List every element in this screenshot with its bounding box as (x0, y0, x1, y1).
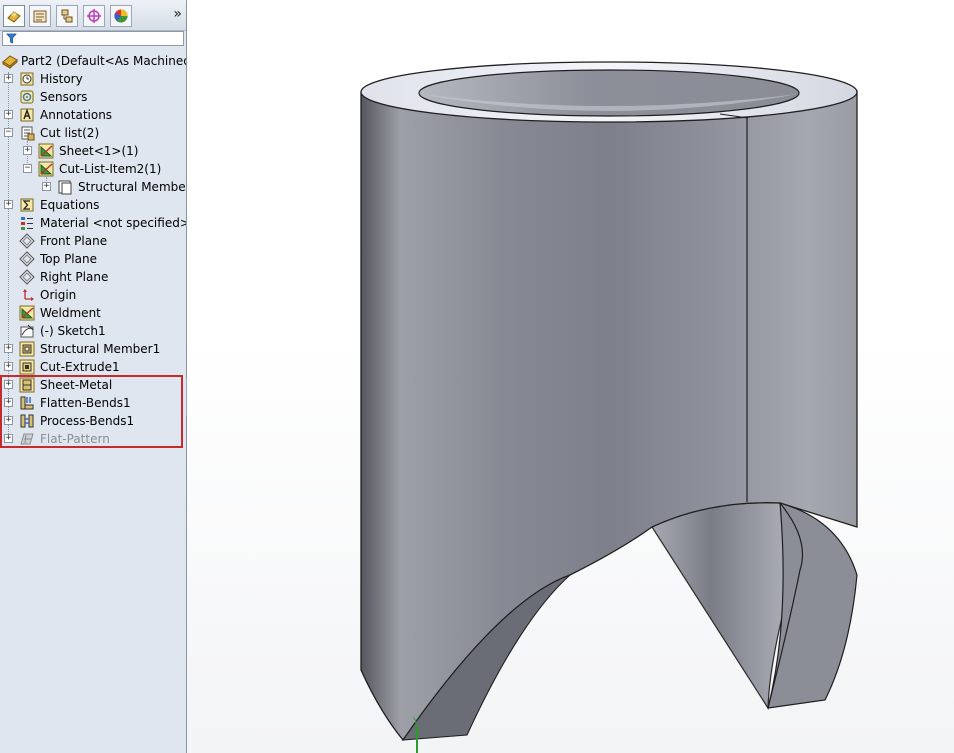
part-root-node[interactable]: Part2 (Default<As Machined>< (0, 52, 186, 70)
expand-toggle[interactable]: + (4, 344, 13, 353)
sketch-icon (20, 324, 34, 338)
history-icon (20, 72, 34, 86)
expand-toggle[interactable]: + (4, 110, 13, 119)
tree-item-label: Sensors (40, 90, 88, 104)
filter-icon (6, 33, 17, 44)
sensors-icon (20, 90, 34, 104)
expand-toggle[interactable]: + (4, 74, 13, 83)
highlight-box (0, 375, 183, 448)
expand-toggle[interactable]: + (4, 362, 13, 371)
part-icon (2, 55, 18, 69)
collapse-toggle[interactable]: − (4, 128, 13, 137)
tree-item-label: Structural Member1 (40, 342, 161, 356)
cut-extrude-icon (19, 359, 35, 375)
origin-icon (23, 289, 34, 301)
structural-member-icon (19, 341, 35, 357)
weldment-icon (19, 305, 35, 321)
featuremanager-panel: » Part2 (Default<As Machined>< + History (0, 0, 187, 753)
tree-item-label: Cut-Extrude1 (40, 360, 120, 374)
tree-item-label: Material <not specified> (40, 216, 187, 230)
material-icon (21, 217, 33, 230)
dimxpertmanager-tab-icon (87, 9, 101, 23)
configurationmanager-tab[interactable] (56, 5, 78, 27)
tree-item-label: Cut-List-Item2(1) (59, 162, 162, 176)
plane-icon (19, 251, 35, 267)
tree-item-label: Origin (40, 288, 77, 302)
propertymanager-tab-icon (33, 10, 47, 23)
propertymanager-tab[interactable] (29, 5, 51, 27)
featuremanager-tab[interactable] (3, 5, 25, 27)
part-root-label: Part2 (Default<As Machined>< (21, 54, 186, 68)
plane-icon (19, 233, 35, 249)
tree-item-label: History (40, 72, 83, 86)
tree-item-label: Equations (40, 198, 100, 212)
tree-item-label: Top Plane (40, 252, 97, 266)
dimxpertmanager-tab[interactable] (83, 5, 105, 27)
displaymanager-tab[interactable] (110, 5, 132, 27)
cut-list-icon (21, 126, 35, 141)
weldment-body-icon (38, 161, 54, 177)
tree-item-label: (-) Sketch1 (40, 324, 106, 338)
reference-triad: Y (412, 717, 420, 753)
tree-filter-input[interactable] (2, 31, 184, 46)
expand-toggle[interactable]: + (42, 182, 51, 191)
y-axis-label: Y (412, 717, 419, 727)
equations-icon (20, 198, 34, 212)
collapse-toggle[interactable]: − (23, 164, 32, 173)
tree-item-label: Cut list(2) (40, 126, 100, 140)
featuremanager-tab-icon (7, 11, 21, 23)
expand-toggle[interactable]: + (4, 200, 13, 209)
more-tabs-button[interactable]: » (173, 6, 182, 22)
tree-item-label: Front Plane (40, 234, 108, 248)
solid-body-icon (58, 180, 72, 195)
tree-item-label: Right Plane (40, 270, 109, 284)
tree-item-label: Weldment (40, 306, 101, 320)
tree-item-label: Structural Member1[ (78, 180, 186, 194)
expand-toggle[interactable]: + (23, 146, 32, 155)
part-model-3d-view[interactable] (187, 0, 954, 753)
displaymanager-tab-icon (114, 9, 128, 23)
tree-item-label: Annotations (40, 108, 113, 122)
plane-icon (19, 269, 35, 285)
sheet-metal-body-icon (38, 143, 54, 159)
panel-tab-bar: » (0, 0, 186, 31)
tree-item-label: Sheet<1>(1) (59, 144, 139, 158)
annotations-icon (20, 108, 34, 122)
configurationmanager-tab-icon (61, 9, 73, 23)
graphics-viewport[interactable]: Y (187, 0, 954, 753)
